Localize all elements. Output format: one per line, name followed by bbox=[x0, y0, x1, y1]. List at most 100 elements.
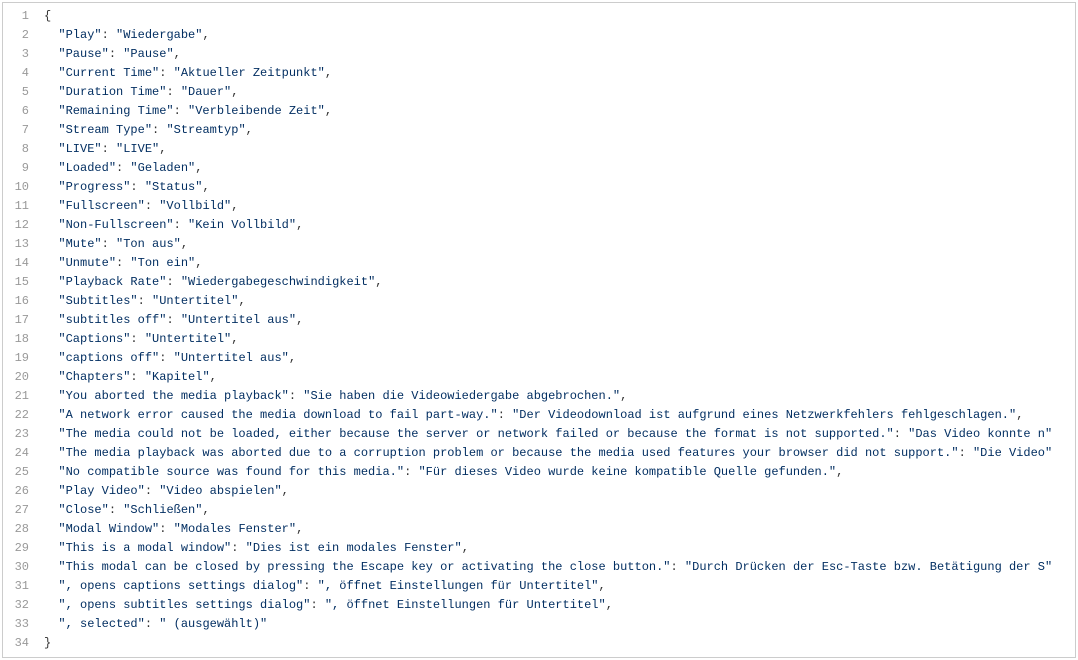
line-number: 27 bbox=[11, 501, 29, 520]
code-line: "Mute": "Ton aus", bbox=[44, 235, 1075, 254]
code-line: "Play": "Wiedergabe", bbox=[44, 26, 1075, 45]
line-number: 23 bbox=[11, 425, 29, 444]
line-number: 11 bbox=[11, 197, 29, 216]
json-value: "Wiedergabe" bbox=[116, 28, 202, 42]
json-key: "Chapters" bbox=[58, 370, 130, 384]
line-number: 4 bbox=[11, 64, 29, 83]
code-line: "Loaded": "Geladen", bbox=[44, 159, 1075, 178]
json-key: "Playback Rate" bbox=[58, 275, 166, 289]
code-line: "Current Time": "Aktueller Zeitpunkt", bbox=[44, 64, 1075, 83]
json-value: "Die Video" bbox=[973, 446, 1052, 460]
json-key: "Play Video" bbox=[58, 484, 144, 498]
line-number: 5 bbox=[11, 83, 29, 102]
json-key: "Subtitles" bbox=[58, 294, 137, 308]
line-number: 10 bbox=[11, 178, 29, 197]
line-number: 34 bbox=[11, 634, 29, 653]
code-line: { bbox=[44, 7, 1075, 26]
line-number: 12 bbox=[11, 216, 29, 235]
json-value: "Schließen" bbox=[123, 503, 202, 517]
json-value: "Aktueller Zeitpunkt" bbox=[174, 66, 325, 80]
line-number: 33 bbox=[11, 615, 29, 634]
code-line: "LIVE": "LIVE", bbox=[44, 140, 1075, 159]
json-key: "This modal can be closed by pressing th… bbox=[58, 560, 670, 574]
code-line: "Duration Time": "Dauer", bbox=[44, 83, 1075, 102]
json-key: "You aborted the media playback" bbox=[58, 389, 288, 403]
json-key: "Current Time" bbox=[58, 66, 159, 80]
line-number: 6 bbox=[11, 102, 29, 121]
code-line: "The media playback was aborted due to a… bbox=[44, 444, 1075, 463]
json-value: "Dies ist ein modales Fenster" bbox=[246, 541, 462, 555]
line-number: 16 bbox=[11, 292, 29, 311]
json-key: "Captions" bbox=[58, 332, 130, 346]
json-value: "Durch Drücken der Esc-Taste bzw. Betäti… bbox=[685, 560, 1052, 574]
json-key: "Non-Fullscreen" bbox=[58, 218, 173, 232]
code-line: "Close": "Schließen", bbox=[44, 501, 1075, 520]
code-line: "Remaining Time": "Verbleibende Zeit", bbox=[44, 102, 1075, 121]
json-value: "Dauer" bbox=[181, 85, 231, 99]
json-key: "Progress" bbox=[58, 180, 130, 194]
line-number: 14 bbox=[11, 254, 29, 273]
code-line: "Stream Type": "Streamtyp", bbox=[44, 121, 1075, 140]
code-line: } bbox=[44, 634, 1075, 653]
code-line: "Playback Rate": "Wiedergabegeschwindigk… bbox=[44, 273, 1075, 292]
json-key: "Remaining Time" bbox=[58, 104, 173, 118]
json-value: "Ton ein" bbox=[130, 256, 195, 270]
json-key: "Pause" bbox=[58, 47, 108, 61]
code-line: "The media could not be loaded, either b… bbox=[44, 425, 1075, 444]
line-number: 8 bbox=[11, 140, 29, 159]
code-line: "You aborted the media playback": "Sie h… bbox=[44, 387, 1075, 406]
line-number: 20 bbox=[11, 368, 29, 387]
code-line: "Progress": "Status", bbox=[44, 178, 1075, 197]
json-key: "Play" bbox=[58, 28, 101, 42]
line-number: 28 bbox=[11, 520, 29, 539]
json-value: "Verbleibende Zeit" bbox=[188, 104, 325, 118]
json-key: "Modal Window" bbox=[58, 522, 159, 536]
json-value: "Vollbild" bbox=[159, 199, 231, 213]
line-number: 9 bbox=[11, 159, 29, 178]
line-number: 19 bbox=[11, 349, 29, 368]
json-value: "Untertitel aus" bbox=[174, 351, 289, 365]
json-value: "Pause" bbox=[123, 47, 173, 61]
code-line: "Play Video": "Video abspielen", bbox=[44, 482, 1075, 501]
code-line: "Subtitles": "Untertitel", bbox=[44, 292, 1075, 311]
json-key: "A network error caused the media downlo… bbox=[58, 408, 497, 422]
json-key: "Loaded" bbox=[58, 161, 116, 175]
json-value: ", öffnet Einstellungen für Untertitel" bbox=[318, 579, 599, 593]
json-value: "Untertitel" bbox=[152, 294, 238, 308]
json-key: "The media could not be loaded, either b… bbox=[58, 427, 893, 441]
json-key: ", selected" bbox=[58, 617, 144, 631]
line-number: 26 bbox=[11, 482, 29, 501]
line-number: 2 bbox=[11, 26, 29, 45]
code-line: "subtitles off": "Untertitel aus", bbox=[44, 311, 1075, 330]
line-number: 31 bbox=[11, 577, 29, 596]
json-key: "No compatible source was found for this… bbox=[58, 465, 404, 479]
line-number: 13 bbox=[11, 235, 29, 254]
line-number: 30 bbox=[11, 558, 29, 577]
json-value: " (ausgewählt)" bbox=[159, 617, 267, 631]
json-value: "Streamtyp" bbox=[166, 123, 245, 137]
code-line: "captions off": "Untertitel aus", bbox=[44, 349, 1075, 368]
json-key: ", opens subtitles settings dialog" bbox=[58, 598, 310, 612]
code-line: ", opens subtitles settings dialog": ", … bbox=[44, 596, 1075, 615]
code-line: "No compatible source was found for this… bbox=[44, 463, 1075, 482]
line-number: 1 bbox=[11, 7, 29, 26]
code-line: "Non-Fullscreen": "Kein Vollbild", bbox=[44, 216, 1075, 235]
json-key: "LIVE" bbox=[58, 142, 101, 156]
json-key: "The media playback was aborted due to a… bbox=[58, 446, 958, 460]
json-value: "Sie haben die Videowiedergabe abgebroch… bbox=[303, 389, 620, 403]
json-key: "Mute" bbox=[58, 237, 101, 251]
line-number: 22 bbox=[11, 406, 29, 425]
line-number: 24 bbox=[11, 444, 29, 463]
json-value: "Modales Fenster" bbox=[174, 522, 296, 536]
code-container: 1234567891011121314151617181920212223242… bbox=[2, 2, 1076, 658]
json-value: "LIVE" bbox=[116, 142, 159, 156]
code-line: "This modal can be closed by pressing th… bbox=[44, 558, 1075, 577]
json-value: "Ton aus" bbox=[116, 237, 181, 251]
code-line: "This is a modal window": "Dies ist ein … bbox=[44, 539, 1075, 558]
json-value: "Das Video konnte n" bbox=[908, 427, 1052, 441]
json-value: "Geladen" bbox=[130, 161, 195, 175]
code-line: "Pause": "Pause", bbox=[44, 45, 1075, 64]
code-line: "Modal Window": "Modales Fenster", bbox=[44, 520, 1075, 539]
json-value: "Der Videodownload ist aufgrund eines Ne… bbox=[512, 408, 1016, 422]
json-key: "Unmute" bbox=[58, 256, 116, 270]
